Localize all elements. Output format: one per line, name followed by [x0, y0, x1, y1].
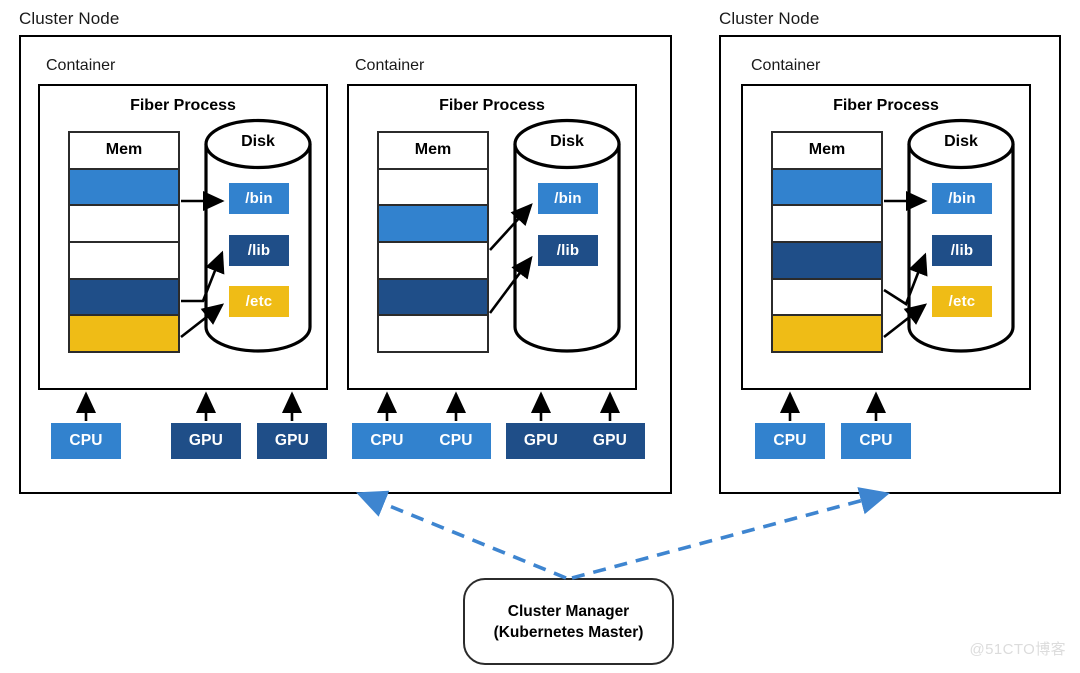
memory-row — [379, 169, 487, 207]
processor-cpu: CPU — [352, 423, 422, 459]
memory-block-2: Mem — [377, 131, 489, 353]
cluster-node-label-right: Cluster Node — [719, 9, 820, 28]
processor-cpu: CPU — [841, 423, 911, 459]
disk-cylinder-2: Disk /bin /lib — [512, 118, 622, 353]
disk-item-bin: /bin — [229, 183, 289, 214]
processor-cpu: CPU — [755, 423, 825, 459]
fiber-process-title-1: Fiber Process — [130, 97, 236, 114]
manager-to-node-arrows — [355, 487, 891, 580]
diagram-canvas: Cluster Node Container Fiber Process Mem… — [0, 0, 1080, 673]
fiber-process-title-2: Fiber Process — [439, 97, 545, 114]
container-label-3: Container — [751, 57, 821, 74]
memory-row-header: Mem — [70, 133, 178, 170]
disk-cylinder-3: Disk /bin /lib /etc — [906, 118, 1016, 353]
memory-row — [70, 243, 178, 280]
disk-title-1: Disk — [241, 133, 275, 150]
memory-row — [70, 169, 178, 207]
container-label-1: Container — [46, 57, 116, 74]
disk-item-bin: /bin — [538, 183, 598, 214]
memory-row — [70, 316, 178, 352]
processor-cpu: CPU — [421, 423, 491, 459]
disk-item-bin: /bin — [932, 183, 992, 214]
processor-gpu: GPU — [257, 423, 327, 459]
memory-header-label: Mem — [414, 141, 452, 159]
memory-row — [773, 169, 881, 207]
disk-cylinder-1: Disk /bin /lib /etc — [203, 118, 313, 353]
fiber-process-title-3: Fiber Process — [833, 97, 939, 114]
memory-header-label: Mem — [105, 141, 143, 159]
memory-row — [773, 279, 881, 317]
disk-item-lib: /lib — [932, 235, 992, 266]
disk-item-etc: /etc — [932, 286, 992, 317]
memory-block-3: Mem — [771, 131, 883, 353]
disk-item-lib: /lib — [229, 235, 289, 266]
disk-item-lib: /lib — [538, 235, 598, 266]
memory-row-header: Mem — [773, 133, 881, 170]
cluster-manager-line2: (Kubernetes Master) — [493, 623, 644, 641]
memory-row — [70, 279, 178, 317]
memory-row — [379, 206, 487, 244]
memory-row-header: Mem — [379, 133, 487, 170]
cluster-manager-box: Cluster Manager (Kubernetes Master) — [463, 578, 674, 665]
memory-row — [773, 243, 881, 280]
memory-row — [773, 316, 881, 352]
memory-block-1: Mem — [68, 131, 180, 353]
memory-row — [379, 279, 487, 317]
disk-title-2: Disk — [550, 133, 584, 150]
processor-gpu: GPU — [575, 423, 645, 459]
processor-cpu: CPU — [51, 423, 121, 459]
disk-item-etc: /etc — [229, 286, 289, 317]
memory-row — [773, 206, 881, 244]
disk-title-3: Disk — [944, 133, 978, 150]
memory-header-label: Mem — [808, 141, 846, 159]
memory-row — [379, 316, 487, 352]
container-label-2: Container — [355, 57, 425, 74]
watermark: @51CTO博客 — [969, 641, 1066, 658]
processor-gpu: GPU — [506, 423, 576, 459]
processor-gpu: GPU — [171, 423, 241, 459]
cluster-node-label-left: Cluster Node — [19, 9, 120, 28]
memory-row — [70, 206, 178, 244]
cluster-manager-line1: Cluster Manager — [507, 602, 630, 620]
memory-row — [379, 243, 487, 280]
